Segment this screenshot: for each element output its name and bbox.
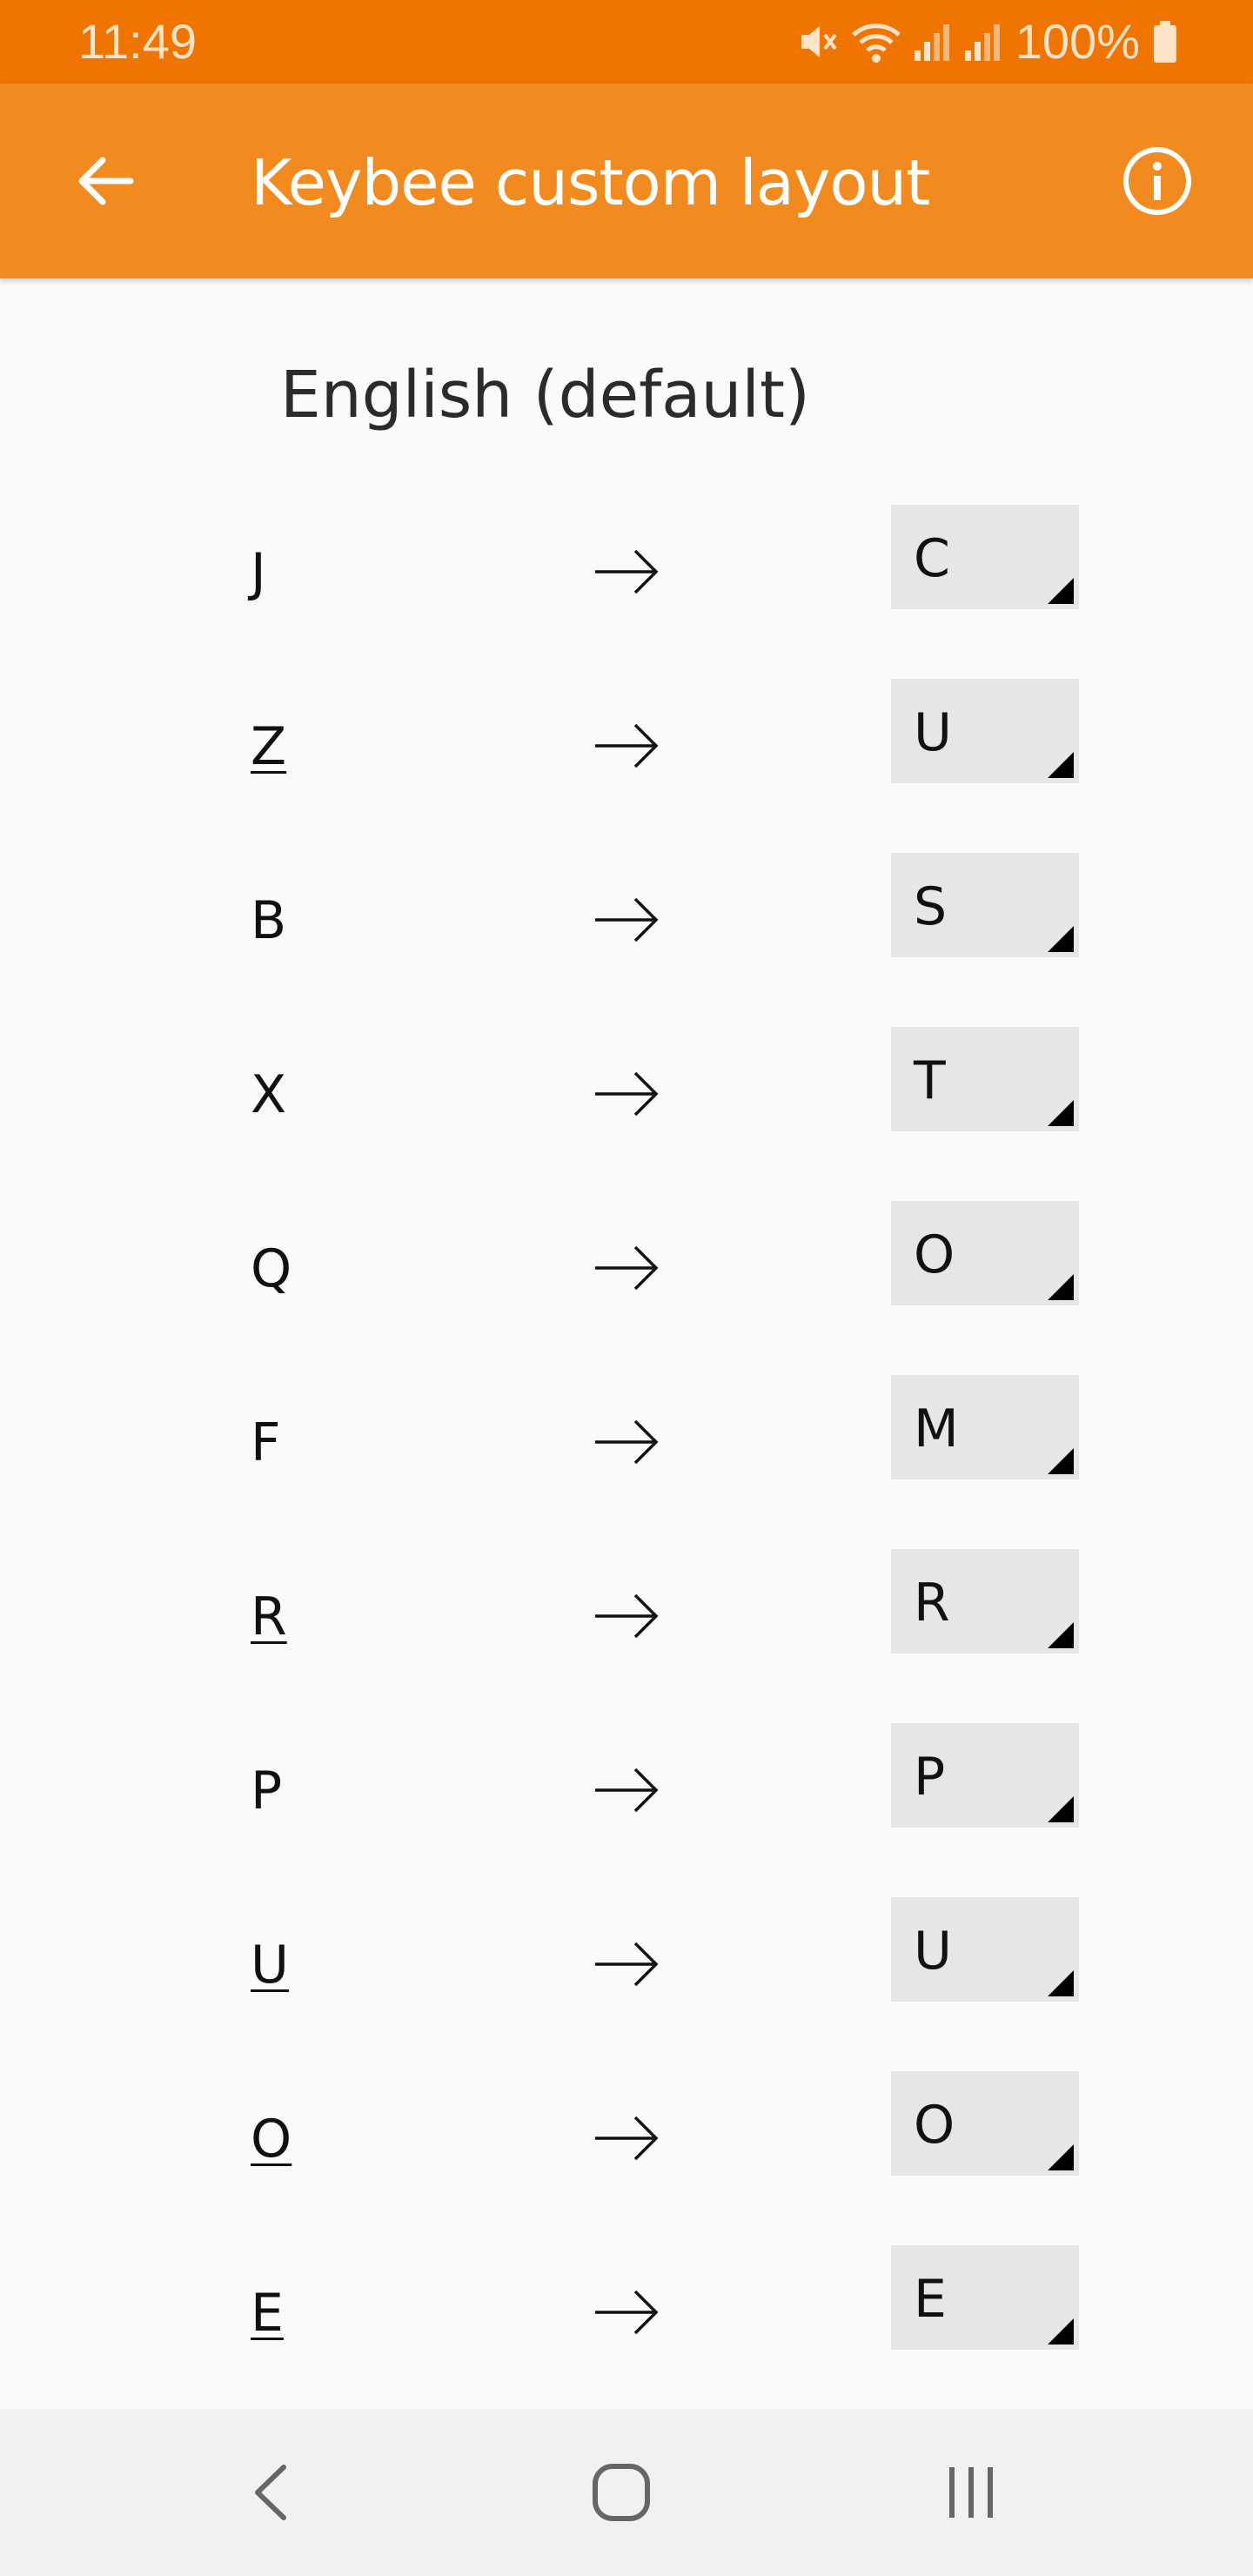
target-letter-dropdown[interactable]: T (891, 1027, 1079, 1131)
dropdown-value: C (914, 528, 950, 589)
source-letter: P (251, 1761, 283, 1821)
status-bar: 11:49 100% (0, 0, 1253, 84)
mapping-row: Z U (0, 679, 1253, 853)
target-letter-dropdown[interactable]: R (891, 1549, 1079, 1654)
mapping-row: F M (0, 1375, 1253, 1549)
status-icons: 100% (796, 14, 1178, 70)
dropdown-value: S (914, 876, 948, 937)
page-title: Keybee custom layout (251, 146, 930, 219)
back-arrow-icon (78, 157, 134, 205)
source-letter: E (251, 2283, 284, 2344)
right-arrow-icon (595, 549, 659, 594)
mapping-row: X T (0, 1027, 1253, 1201)
right-arrow-icon (595, 1419, 659, 1465)
source-letter: F (251, 1412, 281, 1473)
dropdown-value: U (914, 702, 952, 763)
target-letter-dropdown[interactable]: O (891, 1201, 1079, 1305)
dropdown-corner-icon (1048, 2144, 1074, 2170)
dropdown-corner-icon (1048, 2318, 1074, 2345)
target-letter-dropdown[interactable]: U (891, 1897, 1079, 2002)
mapping-row: P P (0, 1723, 1253, 1897)
mapping-row: R R (0, 1549, 1253, 1723)
target-letter-dropdown[interactable]: C (891, 505, 1079, 609)
target-letter-dropdown[interactable]: S (891, 853, 1079, 957)
nav-home-icon (593, 2464, 650, 2521)
signal-icon (914, 24, 949, 61)
dropdown-value: O (914, 1224, 955, 1285)
nav-back-button[interactable] (228, 2449, 315, 2536)
battery-level: 100% (1015, 14, 1140, 69)
mute-icon (801, 26, 837, 57)
mapping-list: J C Z U B S X T Q O F M R R P P U U O O … (0, 505, 1253, 2419)
dropdown-corner-icon (1048, 578, 1074, 604)
signal-icon (964, 24, 1000, 61)
target-letter-dropdown[interactable]: E (891, 2245, 1079, 2350)
dropdown-corner-icon (1048, 752, 1074, 778)
nav-home-button[interactable] (578, 2449, 665, 2536)
mapping-row: E E (0, 2245, 1253, 2419)
dropdown-value: M (914, 1399, 959, 1459)
right-arrow-icon (595, 2290, 659, 2335)
source-letter: U (251, 1935, 289, 1996)
wifi-icon (852, 23, 901, 63)
dropdown-value: P (914, 1747, 946, 1808)
target-letter-dropdown[interactable]: M (891, 1375, 1079, 1479)
section-title: English (default) (280, 358, 810, 433)
source-letter: J (251, 542, 266, 603)
dropdown-value: R (914, 1573, 950, 1633)
dropdown-corner-icon (1048, 1274, 1074, 1300)
source-letter: Z (251, 716, 287, 777)
right-arrow-icon (595, 1768, 659, 1813)
source-letter: R (251, 1587, 287, 1647)
dropdown-value: U (914, 1921, 952, 1982)
system-nav-bar (0, 2409, 1253, 2576)
dropdown-value: E (914, 2269, 947, 2330)
right-arrow-icon (595, 2116, 659, 2161)
right-arrow-icon (595, 1593, 659, 1639)
source-letter: X (251, 1064, 287, 1125)
right-arrow-icon (595, 1942, 659, 1987)
status-time: 11:49 (78, 14, 197, 69)
dropdown-corner-icon (1048, 926, 1074, 952)
source-letter: O (251, 2109, 292, 2170)
nav-recents-button[interactable] (928, 2449, 1015, 2536)
dropdown-corner-icon (1048, 1622, 1074, 1648)
right-arrow-icon (595, 1245, 659, 1291)
right-arrow-icon (595, 1071, 659, 1117)
source-letter: B (251, 890, 287, 951)
battery-icon (1154, 21, 1176, 63)
target-letter-dropdown[interactable]: U (891, 679, 1079, 783)
info-icon (1123, 147, 1191, 215)
right-arrow-icon (595, 897, 659, 943)
dropdown-corner-icon (1048, 1970, 1074, 1996)
info-button[interactable] (1105, 129, 1209, 233)
app-bar: Keybee custom layout (0, 84, 1253, 278)
dropdown-corner-icon (1048, 1796, 1074, 1822)
target-letter-dropdown[interactable]: P (891, 1723, 1079, 1828)
mapping-row: O O (0, 2071, 1253, 2245)
dropdown-corner-icon (1048, 1100, 1074, 1126)
dropdown-value: T (914, 1050, 946, 1111)
dropdown-value: O (914, 2095, 955, 2156)
dropdown-corner-icon (1048, 1448, 1074, 1474)
back-button[interactable] (52, 129, 157, 233)
mapping-row: Q O (0, 1201, 1253, 1375)
mapping-row: J C (0, 505, 1253, 679)
mapping-row: U U (0, 1897, 1253, 2071)
nav-recents-icon (949, 2467, 993, 2518)
target-letter-dropdown[interactable]: O (891, 2071, 1079, 2176)
source-letter: Q (251, 1238, 292, 1299)
right-arrow-icon (595, 723, 659, 768)
nav-back-icon (255, 2465, 286, 2520)
mapping-row: B S (0, 853, 1253, 1027)
